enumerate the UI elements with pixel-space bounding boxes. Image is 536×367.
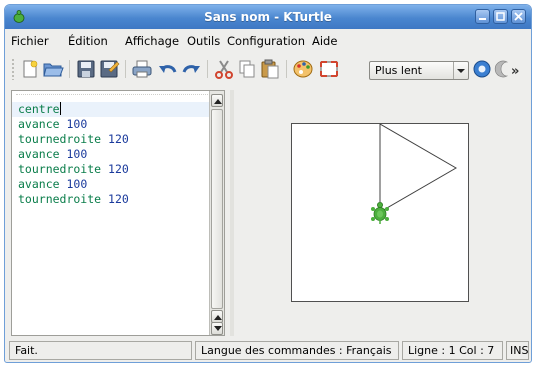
- save-as-icon: [100, 60, 120, 78]
- more-chevron-icon[interactable]: »: [511, 64, 519, 79]
- fullscreen-icon: [320, 61, 338, 77]
- code-line[interactable]: avance 100: [18, 147, 210, 162]
- run-button[interactable]: [471, 58, 493, 80]
- pane-splitter[interactable]: [230, 90, 234, 336]
- fullscreen-button[interactable]: [318, 58, 340, 80]
- close-icon: [514, 12, 523, 21]
- code-command: tournedroite: [18, 132, 102, 146]
- code-line[interactable]: tournedroite 120: [18, 192, 210, 207]
- print-icon: [132, 60, 152, 78]
- speed-select-value: Plus lent: [375, 64, 422, 77]
- undo-icon: [159, 65, 177, 73]
- save-button[interactable]: [75, 58, 97, 80]
- window-title: Sans nom - KTurtle: [204, 10, 332, 24]
- text-cursor: [59, 102, 61, 115]
- status-bar: Fait. Langue des commandes : Français Li…: [5, 341, 531, 362]
- code-command: avance: [18, 177, 60, 191]
- paste-icon: [261, 59, 279, 79]
- code-argument: 100: [66, 117, 88, 131]
- status-language: Langue des commandes : Français: [195, 341, 399, 360]
- menu-configuration[interactable]: Configuration: [227, 34, 305, 48]
- code-command: avance: [18, 117, 60, 131]
- code-argument: 100: [66, 177, 88, 191]
- code-argument: 100: [66, 147, 88, 161]
- cut-button[interactable]: [213, 58, 235, 80]
- menu-outils[interactable]: Outils: [187, 34, 220, 48]
- editor-scrollbar[interactable]: [209, 91, 224, 335]
- code-argument: 120: [108, 192, 129, 206]
- code-line[interactable]: tournedroite 120: [18, 132, 210, 147]
- new-file-icon: [23, 60, 38, 78]
- status-message: Fait.: [9, 341, 192, 360]
- code-editor[interactable]: centre avance 100 tournedroite 120 avanc…: [11, 90, 225, 336]
- copy-icon: [239, 60, 255, 78]
- code-lines[interactable]: centre avance 100 tournedroite 120 avanc…: [12, 102, 210, 207]
- arrow-up-icon: [214, 99, 222, 104]
- turtle-canvas[interactable]: [291, 123, 469, 302]
- minimize-icon: [479, 18, 486, 20]
- menu-fichier[interactable]: Fichier: [11, 34, 49, 48]
- code-line[interactable]: avance 100: [18, 177, 210, 192]
- code-command: centre: [18, 102, 60, 116]
- kturtle-window: Sans nom - KTurtle Fichier Édition Affic…: [4, 4, 532, 363]
- speed-select[interactable]: Plus lent: [369, 61, 469, 80]
- code-command: avance: [18, 147, 60, 161]
- code-line[interactable]: tournedroite 120: [18, 162, 210, 177]
- cut-icon: [215, 60, 233, 79]
- toolbar-separator: [125, 60, 126, 78]
- save-icon: [77, 60, 95, 78]
- code-command: tournedroite: [18, 192, 102, 206]
- scroll-up-button[interactable]: [211, 94, 223, 107]
- toolbar-grip[interactable]: [11, 58, 15, 80]
- open-button[interactable]: [42, 58, 64, 80]
- open-folder-icon: [43, 63, 64, 77]
- redo-icon: [182, 65, 200, 73]
- maximize-icon: [496, 12, 505, 21]
- toolbar-separator: [207, 60, 208, 78]
- turtle-icon: [371, 201, 389, 224]
- menu-bar: Fichier Édition Affichage Outils Configu…: [5, 31, 531, 51]
- status-position: Ligne : 1 Col : 7: [402, 341, 503, 360]
- code-argument: 120: [108, 132, 129, 146]
- menu-affichage[interactable]: Affichage: [125, 34, 179, 48]
- menu-edition[interactable]: Édition: [68, 34, 108, 48]
- paste-button[interactable]: [259, 58, 281, 80]
- editor-ruler: [16, 94, 208, 96]
- maximize-button[interactable]: [493, 9, 508, 24]
- minimize-button[interactable]: [475, 9, 490, 24]
- run-icon: [473, 60, 491, 78]
- palette-icon: [293, 60, 313, 78]
- arrow-down-icon: [214, 326, 222, 331]
- code-argument: 120: [108, 162, 129, 176]
- menu-aide[interactable]: Aide: [312, 34, 337, 48]
- scroll-thumb[interactable]: [211, 109, 223, 309]
- code-line[interactable]: centre: [12, 102, 210, 117]
- code-line[interactable]: avance 100: [18, 117, 210, 132]
- drawn-triangle: [379, 124, 457, 213]
- toolbar-separator: [286, 60, 287, 78]
- redo-button[interactable]: [180, 58, 202, 80]
- close-button[interactable]: [511, 9, 526, 24]
- undo-button[interactable]: [157, 58, 179, 80]
- canvas-area: [237, 90, 527, 336]
- chevron-down-icon: [453, 62, 468, 79]
- toolbar-separator: [69, 60, 70, 78]
- main-toolbar: Plus lent »: [5, 53, 531, 85]
- color-picker-button[interactable]: [292, 58, 314, 80]
- copy-button[interactable]: [236, 58, 258, 80]
- status-mode: INS: [506, 341, 529, 360]
- print-button[interactable]: [131, 58, 153, 80]
- code-command: tournedroite: [18, 162, 102, 176]
- new-file-button[interactable]: [19, 58, 41, 80]
- scroll-down-button[interactable]: [211, 322, 223, 335]
- save-as-button[interactable]: [98, 58, 120, 80]
- title-bar[interactable]: Sans nom - KTurtle: [5, 5, 531, 29]
- arrow-up-icon: [214, 315, 222, 320]
